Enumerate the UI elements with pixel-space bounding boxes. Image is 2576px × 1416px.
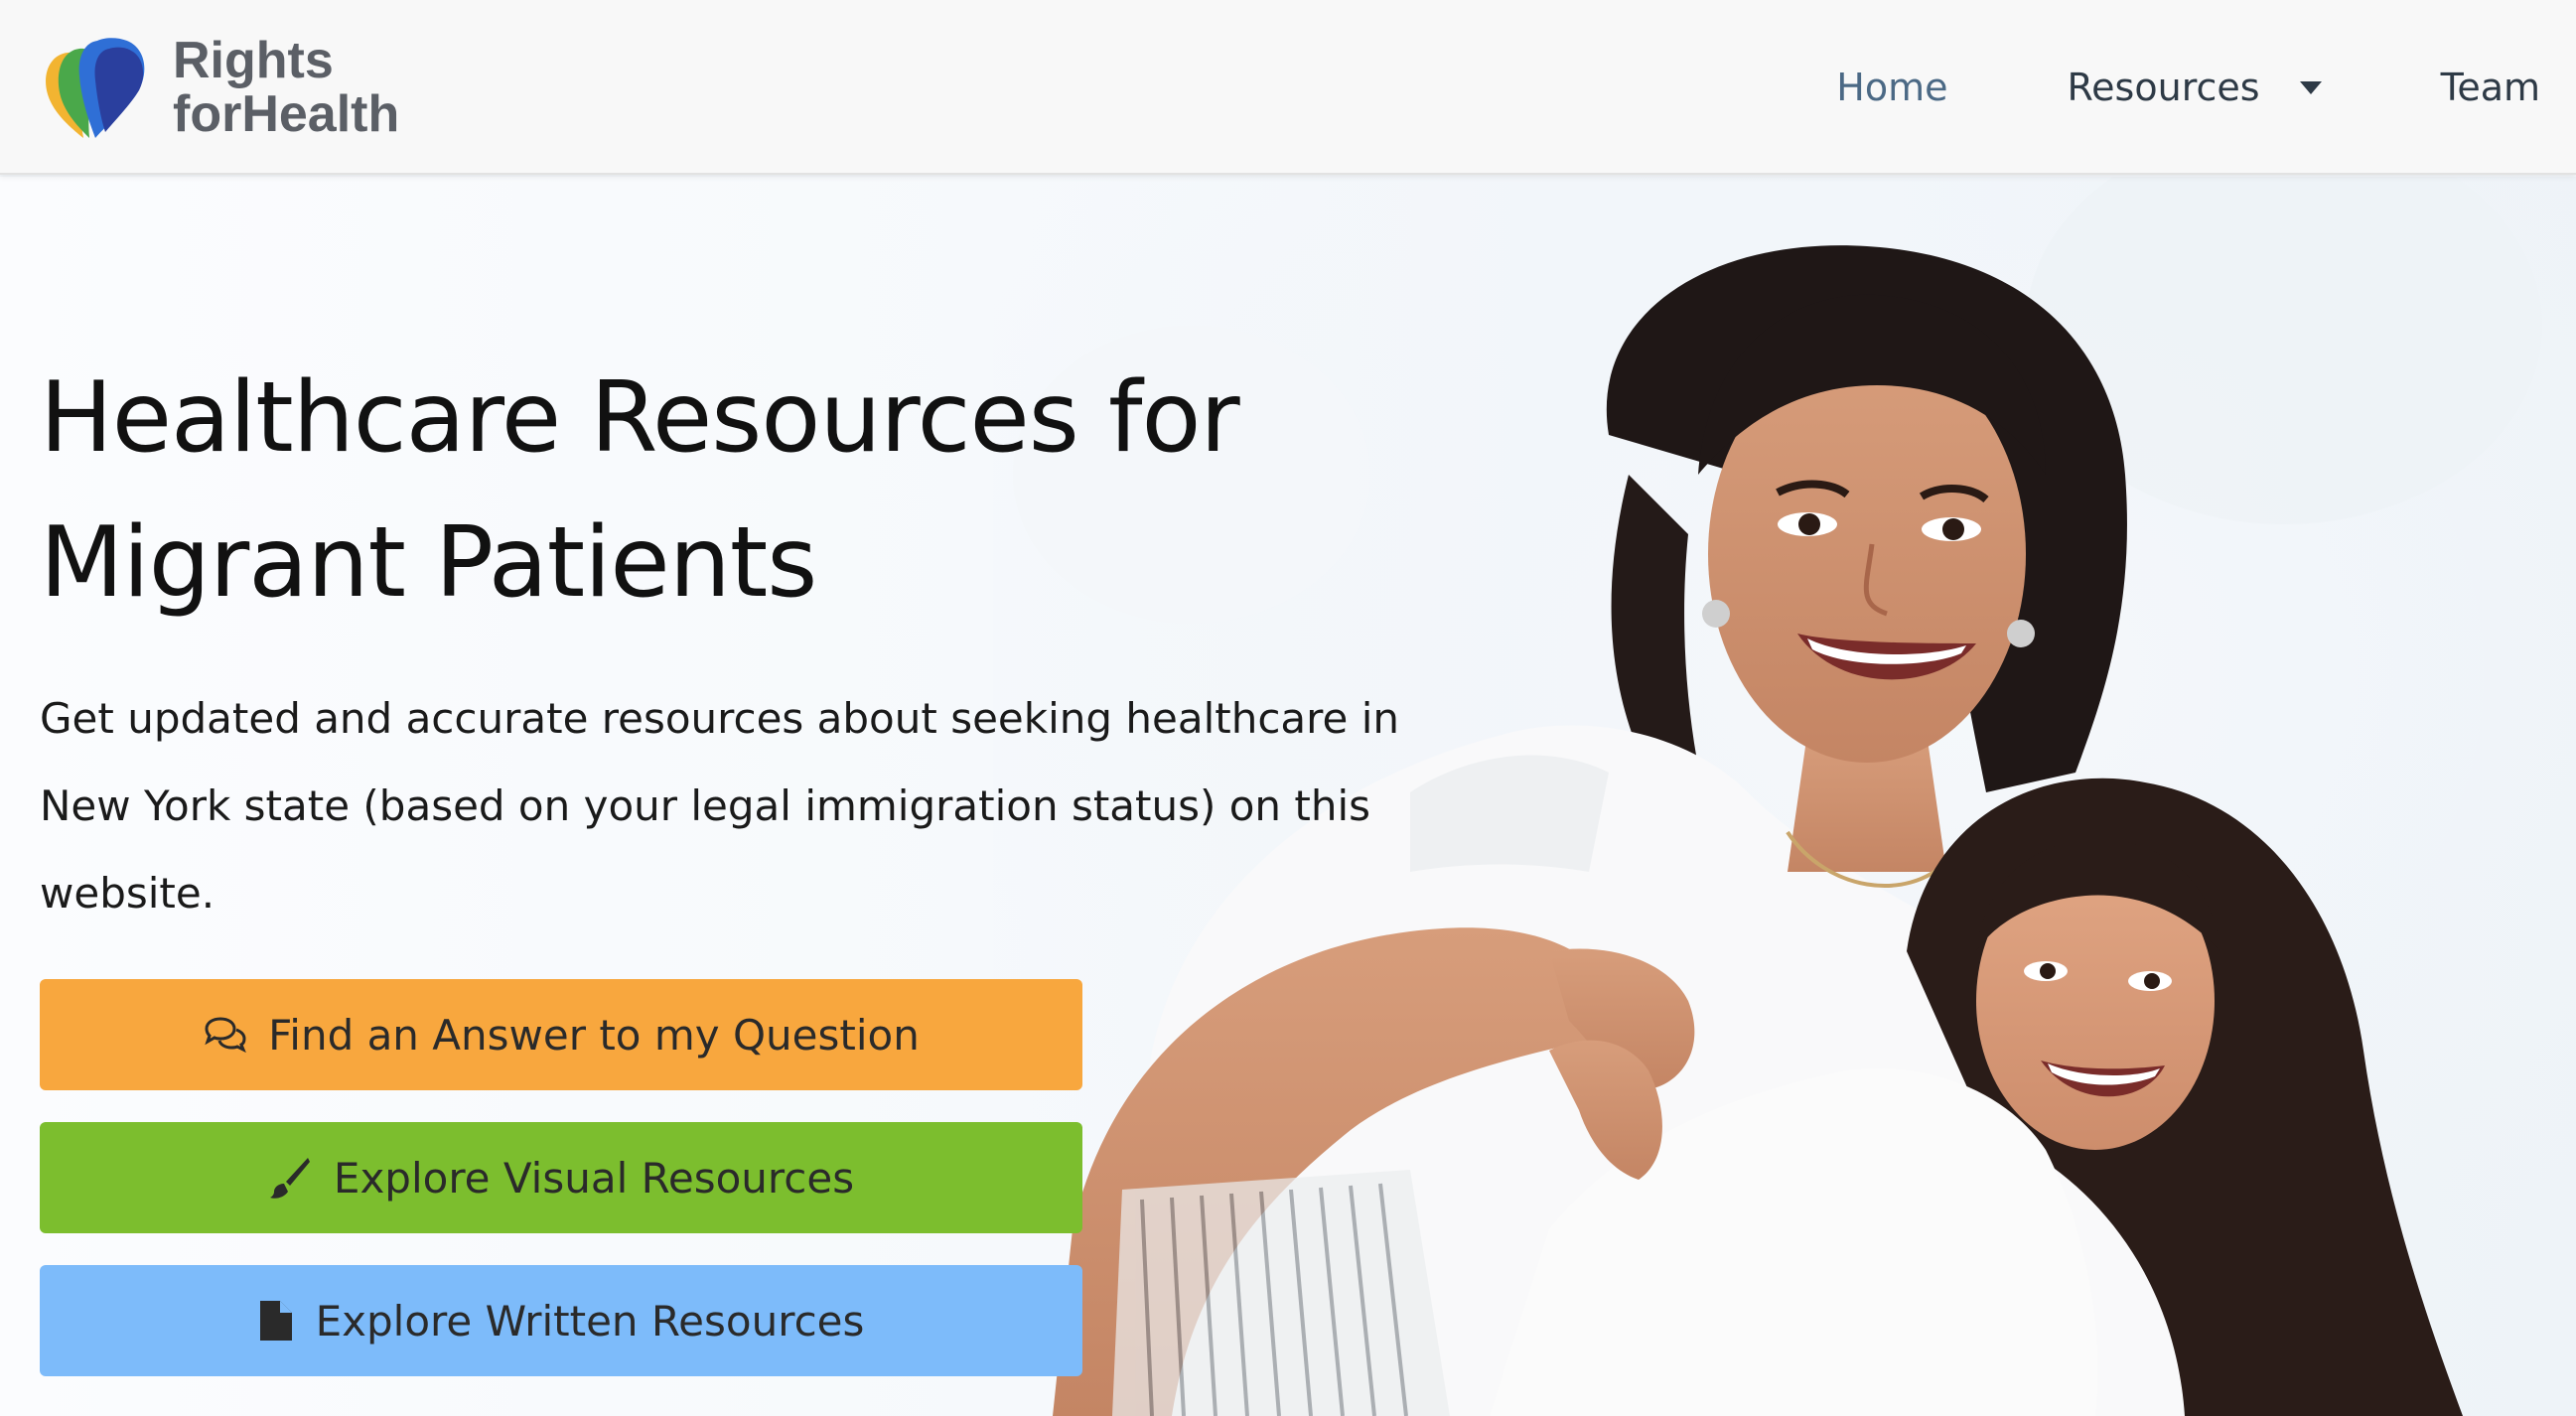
brand-line-1: Rights: [173, 32, 334, 89]
navbar: Rights forHealth Home Resources Team: [0, 0, 2576, 175]
nav-home-link[interactable]: Home: [1836, 66, 1947, 109]
nav-team-link[interactable]: Team: [2441, 66, 2540, 109]
brand-name: Rights forHealth: [173, 34, 399, 141]
heart-logo-icon: [46, 38, 145, 138]
find-answer-label: Find an Answer to my Question: [268, 1010, 920, 1060]
find-answer-button[interactable]: Find an Answer to my Question: [40, 979, 1082, 1090]
comments-icon: [205, 1017, 246, 1053]
file-icon: [259, 1301, 292, 1341]
hero-section: Healthcare Resources for Migrant Patient…: [0, 177, 2576, 1416]
brand-line-2: forHealth: [173, 85, 400, 143]
nav-menu: Home Resources Team: [1836, 0, 2540, 175]
explore-visual-button[interactable]: Explore Visual Resources: [40, 1122, 1082, 1233]
brand-logo[interactable]: Rights forHealth: [40, 30, 399, 145]
nav-resources-label: Resources: [2067, 66, 2260, 109]
nav-resources-dropdown[interactable]: Resources: [2067, 66, 2322, 109]
explore-written-button[interactable]: Explore Written Resources: [40, 1265, 1082, 1376]
hero-description: Get updated and accurate resources about…: [40, 694, 1399, 918]
explore-visual-label: Explore Visual Resources: [333, 1153, 855, 1203]
paintbrush-icon: [269, 1158, 310, 1199]
caret-down-icon: [2299, 80, 2322, 94]
hero-title: Healthcare Resources for Migrant Patient…: [40, 361, 1240, 620]
explore-written-label: Explore Written Resources: [315, 1296, 865, 1345]
